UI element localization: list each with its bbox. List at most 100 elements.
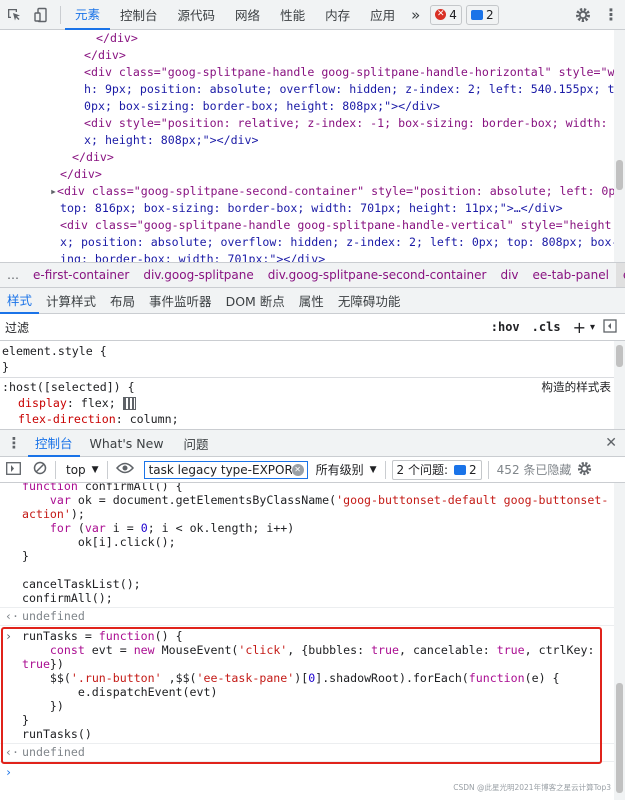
drawer-tab-console[interactable]: 控制台: [28, 429, 80, 457]
breadcrumb-item[interactable]: ee-tab-panel: [526, 268, 616, 282]
expand-triangle-icon[interactable]: ▸: [50, 184, 57, 198]
kebab-menu-icon[interactable]: ⋮: [597, 0, 625, 30]
new-rule-button[interactable]: +: [573, 318, 586, 337]
issues-counter[interactable]: 2 个问题: 2: [391, 459, 482, 480]
sidebar-toggle-icon[interactable]: [6, 461, 21, 478]
breadcrumb-item[interactable]: div.goog-splitpane-second-container: [261, 268, 494, 282]
dom-line-wrap: x; position: absolute; overflow: hidden;…: [60, 235, 625, 249]
tab-console[interactable]: 控制台: [110, 0, 168, 30]
close-drawer-icon[interactable]: ✕: [605, 435, 617, 451]
dom-line[interactable]: <div class="goog-splitpane-handle goog-s…: [60, 217, 625, 234]
console-code-line: cancelTaskList();: [22, 577, 141, 591]
clear-filter-icon[interactable]: ✕: [291, 463, 304, 476]
breadcrumb-item[interactable]: e-first-container: [26, 268, 136, 282]
message-icon: [470, 9, 483, 20]
watermark: CSDN @此星光明2021年博客之星云计算Top3: [453, 783, 611, 792]
console-prompt-icon[interactable]: ›: [5, 765, 12, 779]
flexbox-editor-icon[interactable]: [122, 397, 136, 410]
chevron-down-icon[interactable]: ▼: [370, 465, 377, 475]
more-tabs-button[interactable]: »: [405, 0, 426, 30]
clear-console-icon[interactable]: [33, 461, 47, 478]
tab-event-listeners[interactable]: 事件监听器: [142, 288, 219, 314]
console-divider: [0, 607, 614, 608]
console-toolbar: top ▼ task legacy type-EXPORT ✕ 所有级别 ▼ 2…: [0, 457, 625, 483]
tab-styles[interactable]: 样式: [0, 288, 40, 314]
breadcrumb-overflow[interactable]: …: [0, 268, 26, 282]
toggle-sidebar-icon[interactable]: [603, 318, 617, 336]
styles-pane: element.style { } :host([selected]) { 构造…: [0, 341, 625, 429]
console-code-line: confirmAll();: [22, 591, 113, 605]
dom-line[interactable]: </div>: [60, 166, 102, 183]
console-code-line: }: [22, 549, 29, 563]
console-scrollbar[interactable]: [614, 483, 625, 800]
tab-properties[interactable]: 属性: [292, 288, 331, 314]
styles-subtabs: 样式 计算样式 布局 事件监听器 DOM 断点 属性 无障碍功能: [0, 288, 625, 314]
style-rule-selector[interactable]: :host([selected]) {: [2, 379, 135, 395]
style-property[interactable]: display: flex;: [18, 395, 136, 411]
message-count: 2: [485, 7, 494, 22]
chevron-down-icon[interactable]: ▼: [92, 465, 99, 475]
breadcrumb-item[interactable]: div.goog-splitpane: [136, 268, 260, 282]
error-icon: ✕: [435, 9, 447, 20]
toolbar-divider: [60, 5, 61, 24]
tab-computed[interactable]: 计算样式: [39, 288, 103, 314]
chevron-down-icon[interactable]: ▾: [590, 322, 595, 333]
dom-line-collapsed[interactable]: ▸<div class="goog-splitpane-second-conta…: [50, 183, 625, 200]
drawer-tab-whats-new[interactable]: What's New: [80, 429, 174, 457]
tab-performance[interactable]: 性能: [270, 0, 315, 30]
context-selector[interactable]: top: [66, 463, 86, 477]
elements-dom-tree: </div> </div> <div class="goog-splitpane…: [0, 30, 625, 262]
breadcrumb-item-selected[interactable]: ee-tab: [615, 263, 625, 287]
scrollbar-thumb[interactable]: [616, 160, 623, 190]
message-badge[interactable]: 2: [465, 4, 499, 25]
console-settings-gear-icon[interactable]: [577, 461, 592, 479]
console-code-line: var ok = document.getElementsByClassName…: [49, 493, 609, 507]
rule-divider: [0, 377, 614, 378]
styles-scrollbar[interactable]: [614, 341, 625, 429]
inspect-element-icon[interactable]: [0, 0, 28, 30]
issues-count: 2: [469, 462, 477, 477]
tab-layout[interactable]: 布局: [103, 288, 142, 314]
message-icon: [454, 464, 467, 475]
live-expression-eye-icon[interactable]: [115, 462, 134, 477]
tab-accessibility[interactable]: 无障碍功能: [331, 288, 408, 314]
styles-filter-input[interactable]: 过滤: [5, 319, 29, 336]
dom-line[interactable]: </div>: [72, 149, 114, 166]
cls-toggle[interactable]: .cls: [532, 320, 561, 334]
console-code-line: for (var i = 0; i < ok.length; i++): [49, 521, 295, 535]
elements-scrollbar[interactable]: [614, 30, 625, 262]
hov-toggle[interactable]: :hov: [491, 320, 520, 334]
tab-memory[interactable]: 内存: [315, 0, 360, 30]
tab-elements[interactable]: 元素: [65, 0, 111, 30]
scrollbar-thumb[interactable]: [616, 683, 623, 793]
settings-gear-icon[interactable]: [569, 0, 597, 30]
style-rule-selector[interactable]: element.style {: [2, 343, 107, 359]
tab-application[interactable]: 应用: [360, 0, 405, 30]
highlight-box: [1, 627, 602, 764]
drawer-menu-icon[interactable]: ⋮: [0, 434, 28, 452]
dom-line[interactable]: </div>: [96, 30, 138, 47]
scrollbar-thumb[interactable]: [616, 345, 623, 367]
dom-line[interactable]: </div>: [84, 47, 126, 64]
error-badge[interactable]: ✕ 4: [430, 4, 462, 25]
dom-line[interactable]: <div style="position: relative; z-index:…: [84, 115, 625, 132]
tab-dom-breakpoints[interactable]: DOM 断点: [219, 288, 292, 314]
console-filter-input[interactable]: task legacy type-EXPORT ✕: [143, 460, 308, 479]
dom-line[interactable]: <div class="goog-splitpane-handle goog-s…: [84, 64, 625, 81]
devtools-main-toolbar: 元素 控制台 源代码 网络 性能 内存 应用 » ✕ 4 2 ⋮: [0, 0, 625, 30]
console-filter-value: task legacy type-EXPORT: [148, 462, 292, 477]
console-code-line: action');: [22, 507, 85, 521]
console-divider: [0, 625, 614, 626]
drawer-tab-issues[interactable]: 问题: [174, 429, 219, 457]
hidden-messages-count: 452 条已隐藏: [496, 463, 572, 477]
console-result: undefined: [22, 609, 85, 623]
tab-network[interactable]: 网络: [225, 0, 270, 30]
device-toolbar-icon[interactable]: [28, 0, 56, 30]
dom-line-wrap: x; height: 808px;"></div>: [84, 133, 259, 147]
tab-sources[interactable]: 源代码: [168, 0, 226, 30]
log-levels-dropdown[interactable]: 所有级别: [316, 461, 364, 478]
console-code-line: function confirmAll() {: [22, 483, 183, 493]
dom-line-wrap: ing: border-box; width: 701px;"></div>: [60, 252, 326, 262]
style-property[interactable]: flex-direction: column;: [18, 411, 179, 427]
breadcrumb-item[interactable]: div: [493, 268, 525, 282]
